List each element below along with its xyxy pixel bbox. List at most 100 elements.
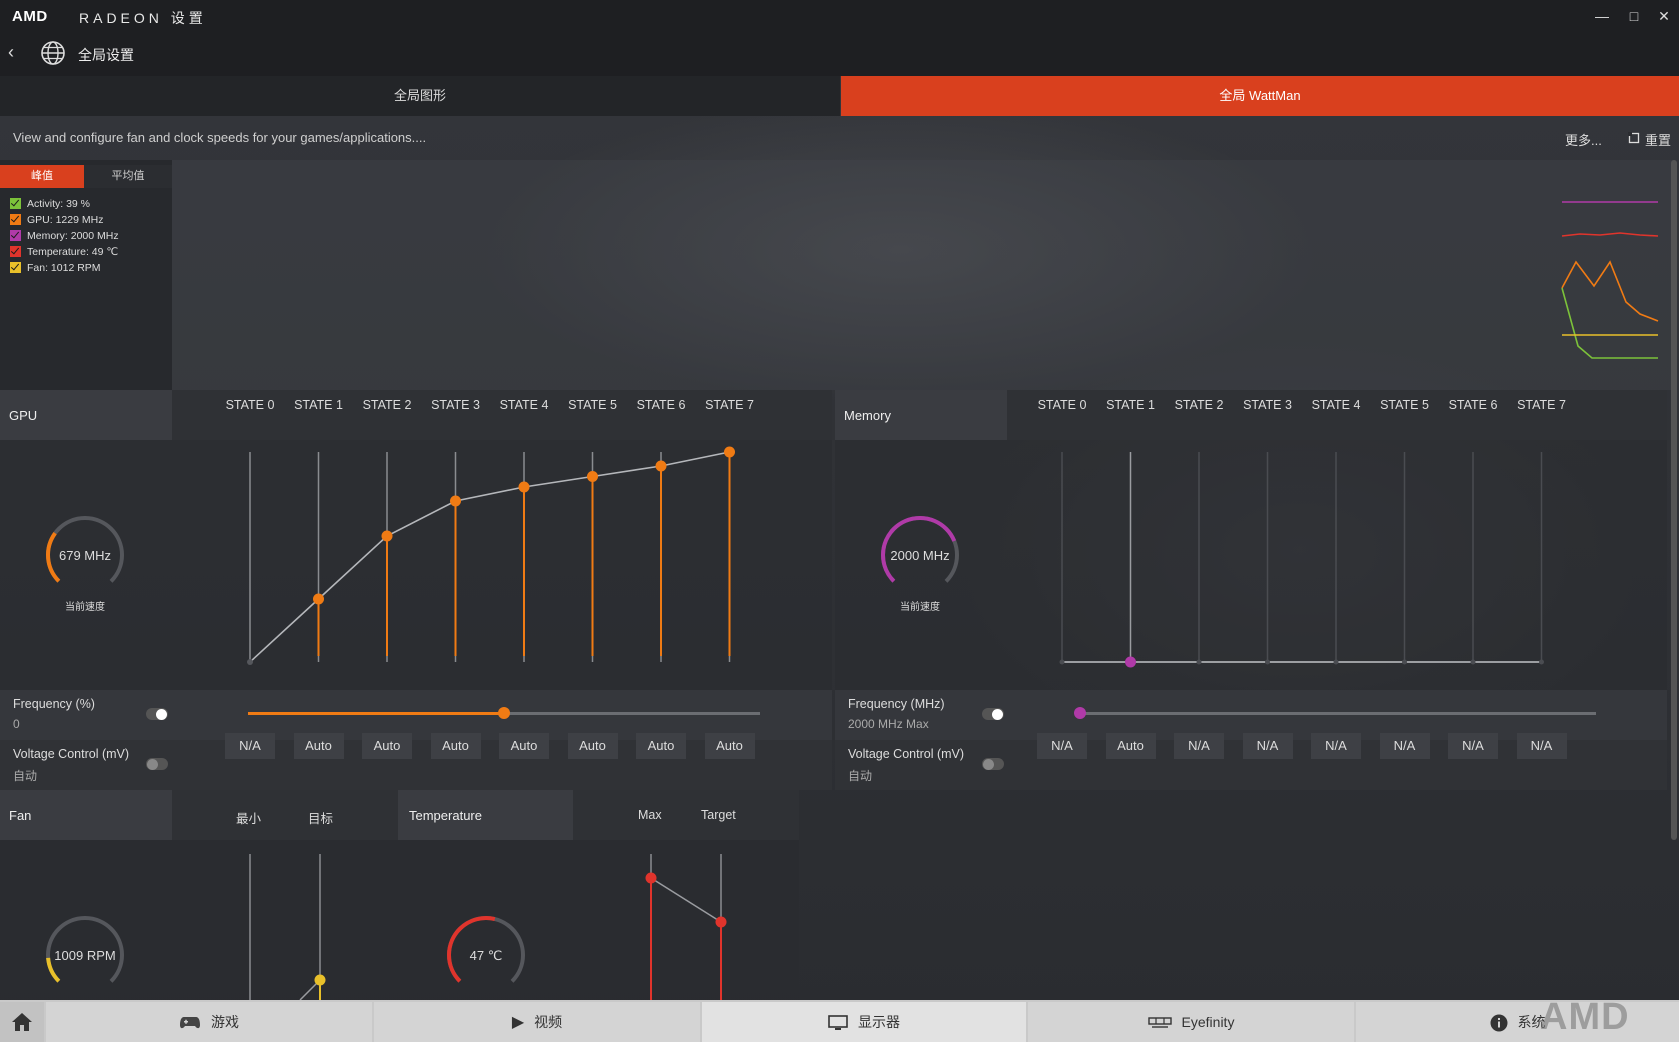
temperature-curve[interactable] bbox=[573, 840, 799, 1000]
memory-voltage-state-button[interactable]: N/A bbox=[1037, 733, 1087, 759]
gpu-state-label: STATE 1 bbox=[294, 398, 343, 412]
more-button[interactable]: 更多... bbox=[1565, 130, 1602, 149]
gpu-voltage-state-button[interactable]: Auto bbox=[293, 733, 344, 759]
title-bar bbox=[0, 0, 1679, 32]
gpu-frequency-slider-fill bbox=[248, 712, 504, 715]
memory-state-label: STATE 1 bbox=[1106, 398, 1155, 412]
memory-state-label: STATE 4 bbox=[1311, 398, 1361, 412]
activity-sparkline bbox=[1561, 287, 1658, 359]
gpu-voltage-toggle[interactable] bbox=[146, 758, 168, 770]
temperature-target-label: Target bbox=[701, 808, 736, 822]
gpu-state-point bbox=[655, 460, 667, 472]
memory-voltage-mode: 自动 bbox=[848, 769, 873, 783]
nav-games-label: 游戏 bbox=[211, 1014, 239, 1030]
gpu-state-curve[interactable] bbox=[172, 440, 832, 690]
memory-state-curve[interactable] bbox=[1007, 440, 1667, 690]
memory-frequency-slider-handle[interactable] bbox=[1074, 707, 1086, 719]
gpu-gauge-caption: 当前速度 bbox=[65, 602, 105, 613]
nav-eyefinity[interactable]: Eyefinity bbox=[1028, 1002, 1354, 1042]
memory-voltage-toggle[interactable] bbox=[982, 758, 1004, 770]
gpu-state-point bbox=[724, 446, 735, 458]
temperature-max-label: Max bbox=[638, 808, 662, 822]
gpu-voltage-label: Voltage Control (mV) bbox=[13, 747, 130, 761]
globe-icon bbox=[41, 41, 65, 65]
gpu-state-label: STATE 0 bbox=[225, 398, 275, 412]
gpu-state-label: STATE 5 bbox=[568, 398, 617, 412]
legend-checkbox[interactable] bbox=[10, 262, 21, 273]
gpu-frequency-toggle[interactable] bbox=[146, 708, 168, 720]
memory-voltage-state-button[interactable]: N/A bbox=[1242, 733, 1293, 759]
nav-games[interactable]: 游戏 bbox=[46, 1002, 372, 1042]
close-button[interactable]: ✕ bbox=[1649, 4, 1679, 28]
info-icon bbox=[1490, 1014, 1507, 1032]
memory-state-point bbox=[1265, 659, 1270, 665]
gpu-state-point bbox=[313, 593, 324, 605]
gpu-voltage-state-button[interactable]: Auto bbox=[499, 733, 549, 759]
reset-button[interactable]: 重置 bbox=[1645, 130, 1671, 149]
fan-target-point bbox=[314, 974, 326, 986]
legend-item[interactable]: Temperature: 49 ℃ bbox=[10, 246, 118, 260]
tab-global-wattman[interactable]: 全局 WattMan bbox=[841, 76, 1679, 116]
memory-voltage-label: Voltage Control (mV) bbox=[848, 747, 965, 761]
gpu-state-point bbox=[450, 495, 461, 507]
peak-toggle[interactable]: 峰值 bbox=[0, 165, 84, 188]
gpu-voltage-state-button[interactable]: Auto bbox=[362, 733, 412, 759]
back-button[interactable]: ‹ bbox=[8, 42, 14, 63]
gpu-state-point bbox=[518, 481, 530, 493]
legend-item[interactable]: GPU: 1229 MHz bbox=[10, 214, 103, 228]
fan-columns-header bbox=[172, 790, 398, 840]
gpu-voltage-state-button[interactable]: Auto bbox=[636, 733, 686, 759]
memory-frequency-value: 2000 MHz Max bbox=[848, 717, 929, 731]
memory-state-point bbox=[1402, 659, 1407, 665]
nav-eyefinity-label: Eyefinity bbox=[1181, 1014, 1235, 1030]
gpu-voltage-state-button[interactable]: N/A bbox=[225, 733, 275, 759]
gpu-frequency-value: 0 bbox=[13, 717, 20, 731]
home-button[interactable] bbox=[0, 1002, 44, 1042]
memory-state-point bbox=[1125, 656, 1136, 668]
tab-global-graphics[interactable]: 全局图形 bbox=[0, 76, 840, 116]
memory-voltage-state-button[interactable]: N/A bbox=[1516, 733, 1567, 759]
nav-system[interactable]: 系统 bbox=[1356, 1002, 1679, 1042]
memory-gauge-value: 2000 MHz bbox=[890, 548, 950, 563]
fan-target-label: 目标 bbox=[308, 812, 334, 826]
gpu-title: GPU bbox=[9, 408, 38, 423]
temperature-title: Temperature bbox=[409, 808, 482, 823]
legend-item[interactable]: Activity: 39 % bbox=[10, 198, 90, 212]
memory-gauge-caption: 当前速度 bbox=[900, 602, 940, 613]
memory-voltage-state-button[interactable]: Auto bbox=[1105, 733, 1156, 759]
gpu-voltage-state-button[interactable]: Auto bbox=[704, 733, 755, 759]
fan-min-label: 最小 bbox=[236, 812, 262, 826]
average-toggle[interactable]: 平均值 bbox=[84, 165, 172, 188]
gpu-voltage-state-button[interactable]: Auto bbox=[567, 733, 618, 759]
memory-voltage-state-button[interactable]: N/A bbox=[1174, 733, 1224, 759]
scrollbar[interactable] bbox=[1671, 160, 1677, 840]
legend-checkbox[interactable] bbox=[10, 230, 21, 241]
gpu-state-point bbox=[381, 530, 393, 542]
legend-item[interactable]: Fan: 1012 RPM bbox=[10, 262, 101, 276]
gamepad-icon bbox=[180, 1017, 200, 1029]
memory-frequency-toggle[interactable] bbox=[982, 708, 1004, 720]
gpu-state-label: STATE 3 bbox=[431, 398, 480, 412]
legend-checkbox[interactable] bbox=[10, 198, 21, 209]
memory-voltage-state-button[interactable]: N/A bbox=[1448, 733, 1498, 759]
fan-curve[interactable] bbox=[172, 840, 398, 1000]
legend-checkbox[interactable] bbox=[10, 214, 21, 225]
maximize-button[interactable]: □ bbox=[1619, 4, 1649, 28]
reset-icon[interactable] bbox=[1628, 132, 1640, 144]
memory-frequency-slider-track[interactable] bbox=[1080, 712, 1596, 715]
gpu-voltage-mode: 自动 bbox=[13, 769, 38, 783]
gpu-voltage-state-button[interactable]: Auto bbox=[430, 733, 481, 759]
memory-voltage-state-button[interactable]: N/A bbox=[1311, 733, 1361, 759]
gpu-frequency-slider-handle[interactable] bbox=[498, 707, 510, 719]
minimize-button[interactable]: — bbox=[1587, 4, 1617, 28]
legend-checkbox[interactable] bbox=[10, 246, 21, 257]
memory-state-point bbox=[1059, 659, 1065, 665]
app-title: RADEON 设置 bbox=[79, 10, 207, 26]
nav-video[interactable]: ▶ 视频 bbox=[374, 1002, 700, 1042]
memory-voltage-state-button[interactable]: N/A bbox=[1379, 733, 1430, 759]
play-icon: ▶ bbox=[511, 1014, 525, 1032]
nav-display[interactable]: 显示器 bbox=[702, 1002, 1026, 1042]
legend-item[interactable]: Memory: 2000 MHz bbox=[10, 230, 119, 244]
home-icon bbox=[12, 1013, 32, 1031]
gpu-gauge-value: 679 MHz bbox=[58, 548, 112, 563]
